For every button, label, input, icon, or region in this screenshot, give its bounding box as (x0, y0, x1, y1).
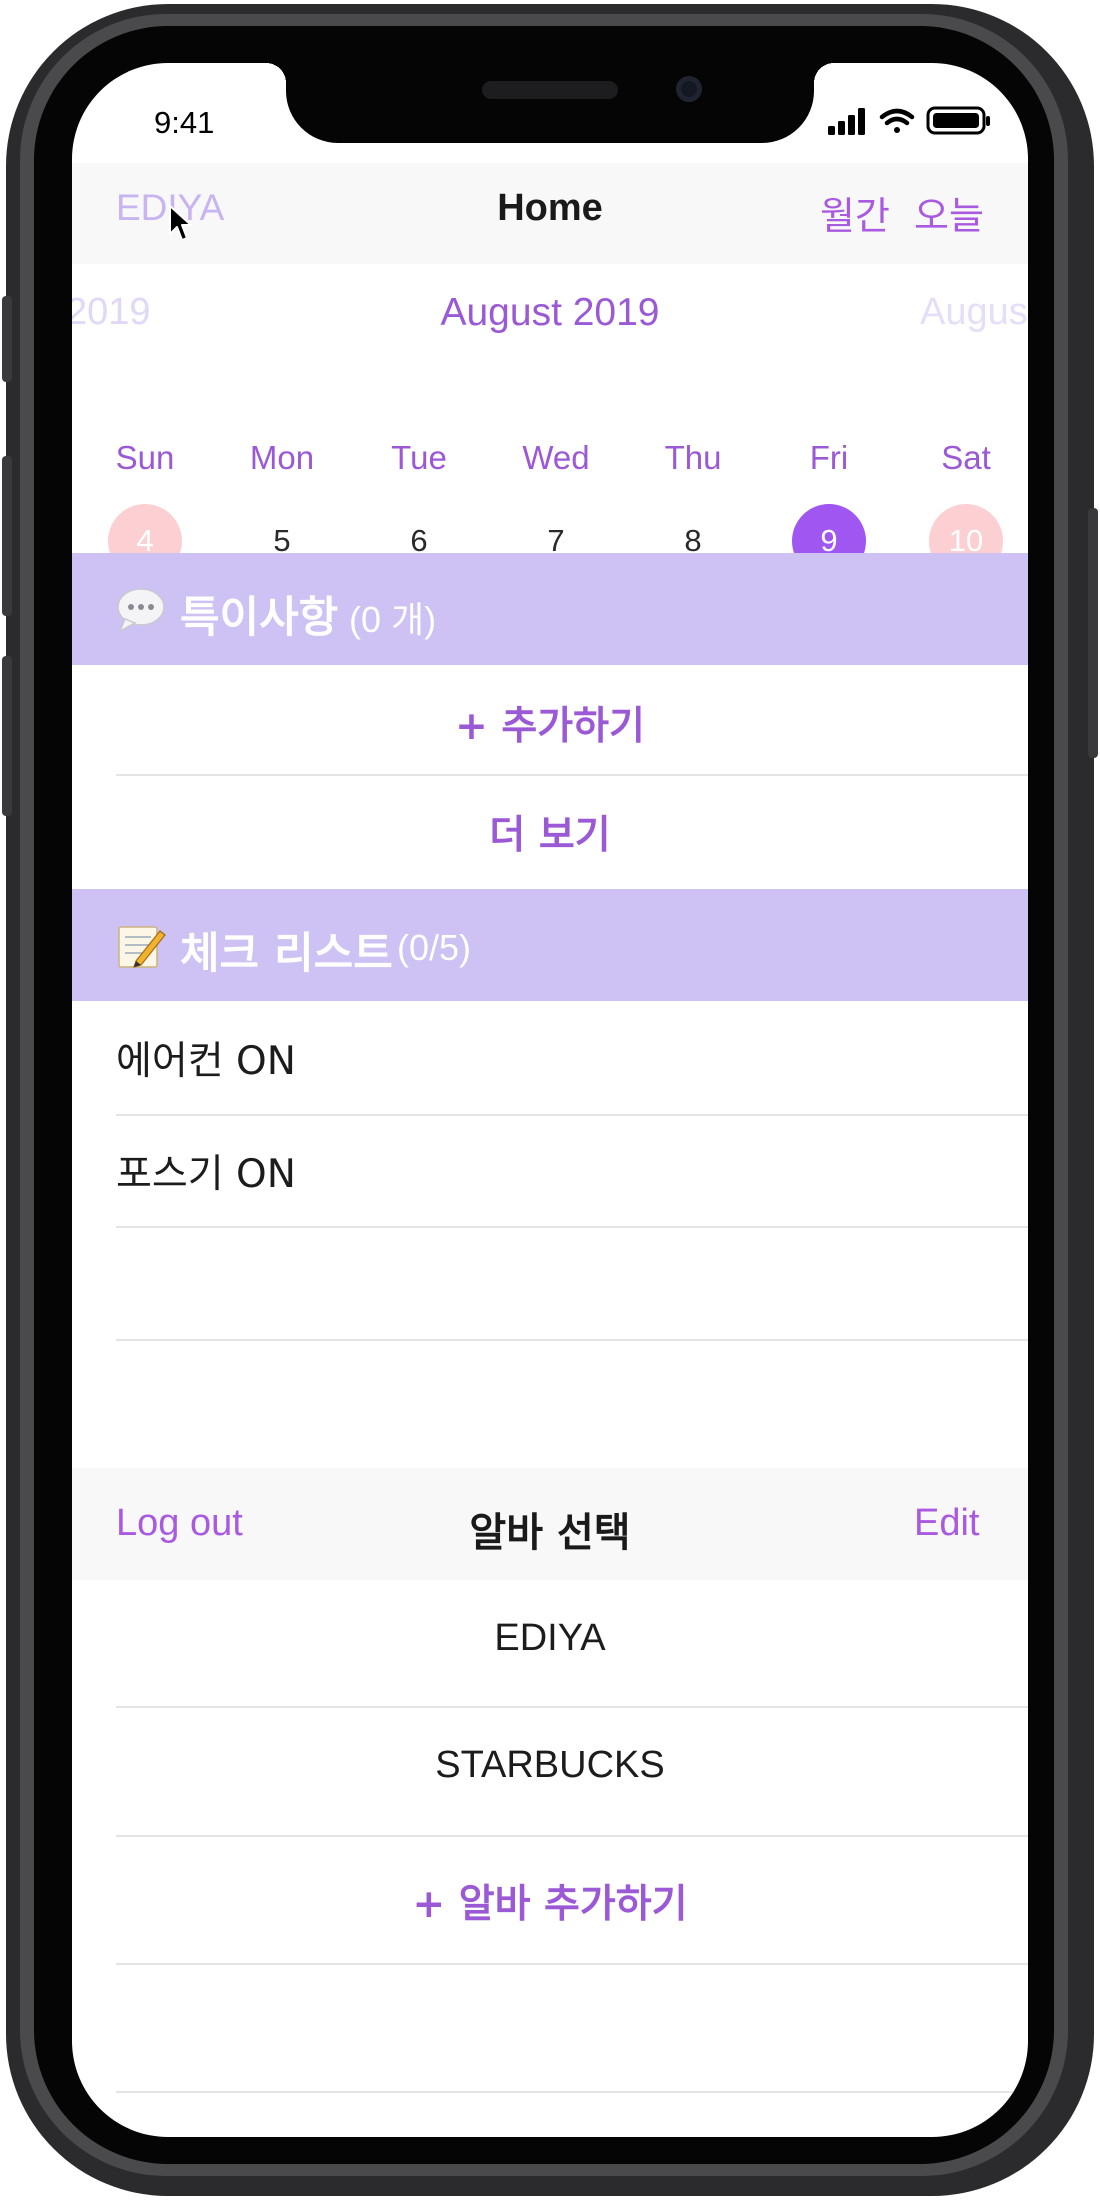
divider (116, 1963, 1028, 1965)
checklist-item[interactable]: 에어컨 ON (116, 1030, 296, 1086)
mouse-cursor-icon (169, 205, 192, 241)
today-button[interactable]: 오늘 (914, 185, 984, 240)
add-note-button[interactable]: + 추가하기 (72, 695, 1028, 751)
more-notes-button[interactable]: 더 보기 (72, 804, 1028, 860)
notes-title: 특이사항 (180, 593, 339, 643)
weekday-label: Sat (941, 439, 991, 476)
weekday-label: Mon (249, 439, 315, 476)
job-list-item[interactable]: STARBUCKS (72, 1744, 1028, 1787)
divider (116, 1706, 1028, 1708)
weekday-label: Thu (664, 439, 722, 476)
weekday-label: Wed (522, 439, 590, 476)
weekday-label: Sun (115, 439, 175, 476)
notch (266, 63, 834, 143)
wifi-icon (879, 108, 915, 133)
battery-icon (926, 106, 990, 135)
checklist-item[interactable]: 포스기 ON (116, 1143, 296, 1199)
next-month-label[interactable]: Augus (920, 291, 1028, 334)
weekday-header: Sun Mon Tue Wed Thu Fri Sat (72, 439, 1028, 483)
side-button-silent (2, 296, 12, 382)
divider (116, 1835, 1028, 1837)
side-button-volume-down (2, 656, 12, 816)
current-month-label: August 2019 (440, 291, 660, 334)
notes-section-header: 특이사항 (0 개) (72, 553, 1028, 665)
cellular-signal-icon (828, 108, 865, 135)
checklist-title: 체크 리스트 (180, 929, 393, 979)
speech-bubble-icon (117, 588, 165, 633)
front-camera (676, 76, 702, 102)
month-selector: 2019 August 2019 Augus (72, 285, 1028, 341)
weekday-label: Fri (809, 439, 849, 476)
status-icons (828, 105, 992, 135)
divider (116, 1339, 1028, 1341)
job-select-bar: Log out 알바 선택 Edit (72, 1468, 1028, 1580)
weekday-label: Tue (391, 439, 447, 476)
job-list-item[interactable]: EDIYA (72, 1617, 1028, 1660)
monthly-button[interactable]: 월간 (820, 185, 890, 240)
checklist-section-header: 체크 리스트 (0/5) (72, 889, 1028, 1001)
status-time: 9:41 (154, 105, 215, 140)
side-button-power (1088, 508, 1098, 758)
divider (116, 1114, 1028, 1116)
edit-button[interactable]: Edit (914, 1502, 979, 1545)
notes-count: (0 개) (349, 599, 437, 640)
phone-screen: 9:41 EDIYA Home 월간 오늘 (72, 63, 1028, 2137)
add-job-button[interactable]: + 알바 추가하기 (72, 1873, 1028, 1929)
speaker-grille (482, 81, 618, 99)
checklist-count: (0/5) (397, 927, 472, 968)
divider (116, 1226, 1028, 1228)
side-button-volume-up (2, 456, 12, 616)
memo-icon (118, 926, 166, 968)
divider (116, 2091, 1028, 2093)
navigation-bar: EDIYA Home 월간 오늘 (72, 163, 1028, 264)
divider (116, 774, 1028, 776)
job-select-title: 알바 선택 (469, 1510, 631, 1556)
